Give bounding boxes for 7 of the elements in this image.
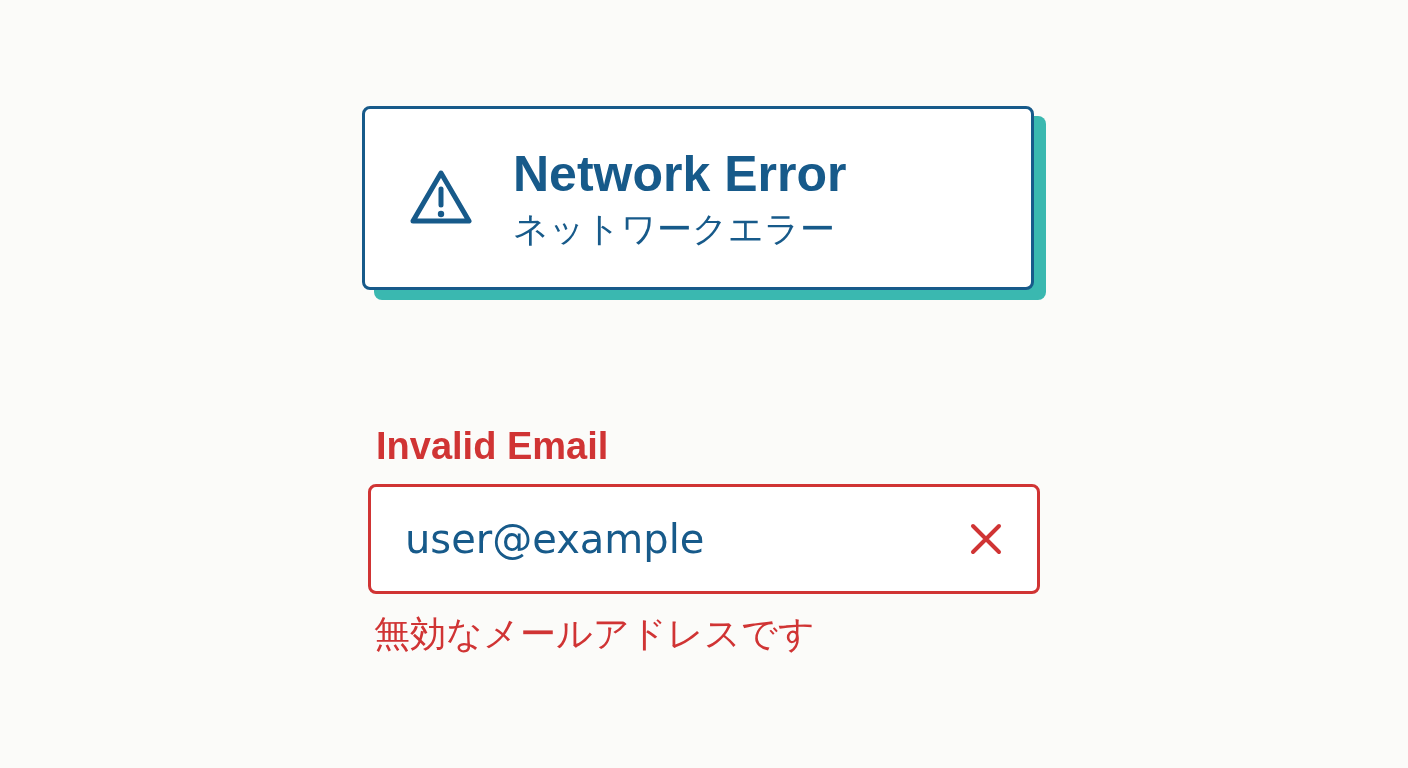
email-field[interactable]: user@example (368, 483, 1040, 594)
error-title: Network Error (513, 146, 847, 202)
warning-icon (409, 169, 473, 227)
field-label: Invalid Email (376, 426, 609, 468)
close-icon[interactable] (969, 521, 1003, 556)
error-subtitle: ネットワークエラー (513, 207, 836, 250)
error-message: 無効なメールアドレスです (374, 611, 815, 655)
